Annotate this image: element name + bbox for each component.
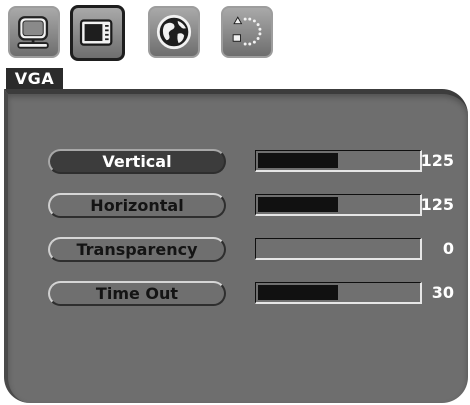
horizontal-slider-fill bbox=[258, 197, 338, 212]
horizontal-slider[interactable] bbox=[255, 194, 422, 216]
time-out-button[interactable]: Time Out bbox=[48, 281, 226, 306]
transparency-button[interactable]: Transparency bbox=[48, 237, 226, 262]
horizontal-value: 125 bbox=[420, 195, 454, 214]
vertical-slider[interactable] bbox=[255, 150, 422, 172]
settings-panel: Vertical 125 Horizontal 125 Transparency… bbox=[4, 89, 468, 403]
time-out-slider-fill bbox=[258, 285, 338, 300]
horizontal-button[interactable]: Horizontal bbox=[48, 193, 226, 218]
monitor-icon bbox=[17, 16, 49, 49]
osd-settings-icon bbox=[79, 19, 113, 46]
tab-display[interactable] bbox=[8, 6, 60, 58]
tab-language[interactable] bbox=[148, 6, 200, 58]
vertical-slider-fill bbox=[258, 153, 338, 168]
globe-icon bbox=[156, 14, 192, 50]
transparency-slider[interactable] bbox=[255, 238, 422, 260]
vertical-value: 125 bbox=[420, 151, 454, 170]
time-out-value: 30 bbox=[431, 283, 454, 302]
tab-osd-settings[interactable] bbox=[70, 5, 125, 61]
tab-misc[interactable] bbox=[221, 6, 273, 58]
transparency-value: 0 bbox=[442, 239, 454, 258]
vertical-button[interactable]: Vertical bbox=[48, 149, 226, 174]
source-badge: VGA bbox=[6, 68, 63, 89]
misc-settings-icon bbox=[232, 16, 262, 46]
time-out-slider[interactable] bbox=[255, 282, 422, 304]
